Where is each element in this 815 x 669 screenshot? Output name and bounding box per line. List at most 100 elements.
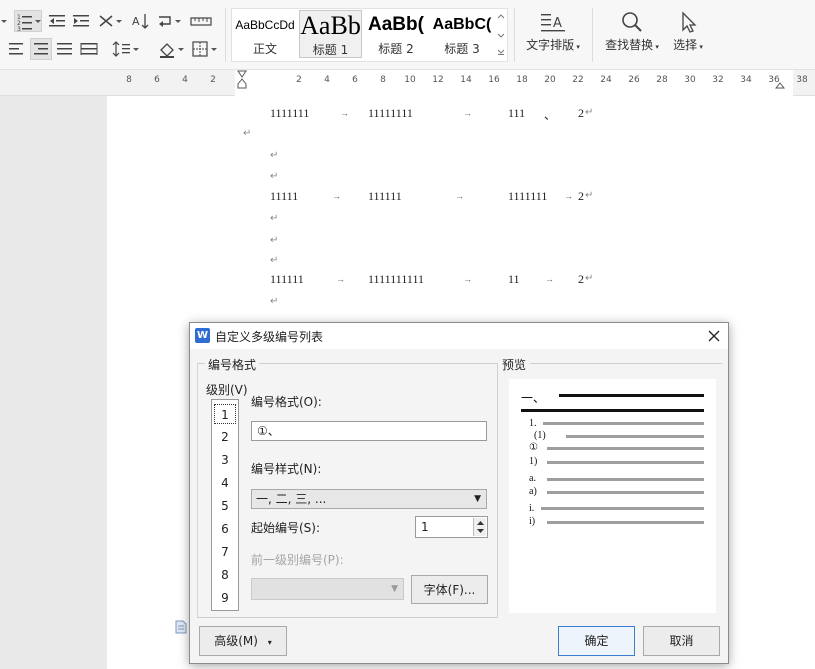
tab-arrow: → [336, 274, 345, 284]
tab-ruler-icon[interactable] [190, 12, 212, 30]
paragraph-mark: ↵ [270, 296, 279, 307]
ruler-tick-label: 22 [572, 75, 584, 85]
cell-text: 2 [578, 272, 584, 286]
align-right-icon[interactable] [30, 38, 52, 60]
level-label: 级别(V) [206, 383, 248, 397]
preview-line [547, 461, 704, 464]
preview-line [547, 491, 704, 494]
justify-icon[interactable] [56, 40, 74, 58]
level-item[interactable]: 8 [214, 565, 236, 585]
paragraph-mark: ↵ [270, 150, 279, 161]
cancel-button[interactable]: 取消 [643, 626, 720, 656]
cell-text: 11 [508, 272, 520, 286]
spinner-buttons[interactable] [473, 518, 486, 536]
paragraph-mark: ↵ [585, 273, 594, 284]
preview-level-label: a. [529, 473, 536, 484]
style-caption: 标题 1 [312, 43, 349, 57]
align-left-icon[interactable] [8, 40, 26, 58]
style-heading-2[interactable]: AaBb( 标题 2 [364, 10, 428, 58]
ruler-tick-label: 20 [544, 75, 556, 85]
paragraph-mark: ↵ [585, 190, 594, 201]
preview-level-label: i. [529, 503, 535, 514]
level-item[interactable]: 9 [214, 588, 236, 608]
paragraph-mark: ↵ [270, 213, 279, 224]
find-replace-label: 查找替换 [605, 38, 654, 52]
ok-button[interactable]: 确定 [558, 626, 635, 656]
number-format-input[interactable]: ①、 [251, 421, 487, 441]
tab-arrow: → [332, 191, 341, 201]
level-item[interactable]: 2 [214, 427, 236, 447]
paragraph-mark: ↵ [270, 255, 279, 266]
style-label: 编号样式(N): [251, 462, 322, 476]
dialog-title-bar[interactable]: W 自定义多级编号列表 [190, 323, 728, 349]
preview-pane: 一、 1. (1) ① 1) a. a) i. i) [509, 379, 716, 613]
sort-icon[interactable]: A [132, 12, 150, 30]
level-item[interactable]: 6 [214, 519, 236, 539]
ruler-tick-label: 6 [352, 75, 358, 85]
chevron-down-icon: ▼ [391, 584, 398, 594]
text-layout-button[interactable]: A 文字排版 ▾ [521, 10, 585, 53]
toolbar-separator [225, 8, 226, 62]
preview-level-label: 1) [529, 456, 538, 467]
numbered-list-icon[interactable]: 123 [14, 10, 42, 33]
doc-row[interactable]: 1111111 [270, 106, 309, 121]
level-list[interactable]: 1 2 3 4 5 6 7 8 9 [211, 399, 239, 611]
advanced-button[interactable]: 高级(M) ▾ [199, 626, 287, 656]
ruler-tick-label: 24 [600, 75, 612, 85]
shading-icon[interactable] [158, 40, 186, 58]
ruler-tick-label: 2 [210, 75, 216, 85]
document-icon[interactable] [175, 620, 187, 634]
borders-icon[interactable] [192, 40, 220, 58]
dropdown-arrow-icon[interactable] [0, 12, 8, 30]
prev-level-select: ▼ [251, 578, 404, 600]
ruler-tick-label: 34 [740, 75, 752, 85]
level-item[interactable]: 5 [214, 496, 236, 516]
increase-indent-icon[interactable] [72, 12, 90, 30]
cell-text: 2 [578, 189, 584, 203]
gallery-scroll[interactable] [496, 12, 506, 58]
start-number-stepper[interactable]: 1 [415, 516, 488, 538]
preview-line [559, 394, 704, 397]
select-button[interactable]: 选择 ▾ [668, 10, 708, 53]
text-direction-icon[interactable] [98, 12, 126, 30]
ruler-tick-label: 4 [324, 75, 330, 85]
number-style-select[interactable]: 一, 二, 三, ... ▼ [251, 489, 487, 509]
ruler-tick-label: 2 [296, 75, 302, 85]
ruler-tick-label: 28 [656, 75, 668, 85]
preview-group-label: 预览 [502, 356, 531, 373]
close-icon[interactable] [706, 328, 722, 344]
ruler-tick-label: 8 [126, 75, 132, 85]
ruler-tick-label: 30 [684, 75, 696, 85]
ruler-tick-label: 14 [460, 75, 472, 85]
text-layout-icon: A [521, 10, 585, 36]
paragraph-mark: ↵ [270, 171, 279, 182]
line-spacing-icon[interactable] [112, 40, 140, 58]
cell-text: 2 [578, 106, 584, 120]
line-break-icon[interactable] [156, 12, 184, 30]
ruler-tick-label: 6 [154, 75, 160, 85]
indent-marker-icon[interactable] [237, 70, 247, 96]
start-number-label: 起始编号(S): [251, 521, 321, 535]
number-style-value: 一, 二, 三, ... [256, 492, 327, 506]
style-heading-3[interactable]: AaBbC( 标题 3 [430, 10, 494, 58]
cell-text: 1111111 [270, 106, 310, 120]
ruler-tick-label: 10 [404, 75, 416, 85]
style-heading-1[interactable]: AaBb 标题 1 [299, 10, 362, 58]
horizontal-ruler[interactable]: 8642246810121416182022242628303234363840 [0, 70, 815, 96]
cell-text: 111111 [270, 272, 304, 286]
level-item[interactable]: 7 [214, 542, 236, 562]
toolbar-separator [592, 8, 593, 62]
find-replace-button[interactable]: 查找替换 ▾ [600, 10, 664, 53]
distributed-align-icon[interactable] [80, 40, 98, 58]
preview-level-label: 1. [529, 418, 537, 429]
decrease-indent-icon[interactable] [48, 12, 66, 30]
tab-arrow: → [463, 108, 472, 118]
level-item[interactable]: 4 [214, 473, 236, 493]
level-item[interactable]: 1 [214, 404, 236, 424]
level-item[interactable]: 3 [214, 450, 236, 470]
preview-line [541, 507, 704, 510]
style-caption: 标题 2 [378, 42, 414, 56]
font-button[interactable]: 字体(F)... [411, 575, 488, 604]
style-normal[interactable]: AaBbCcDd 正文 [233, 10, 297, 58]
style-sample: AaBb [300, 11, 361, 40]
